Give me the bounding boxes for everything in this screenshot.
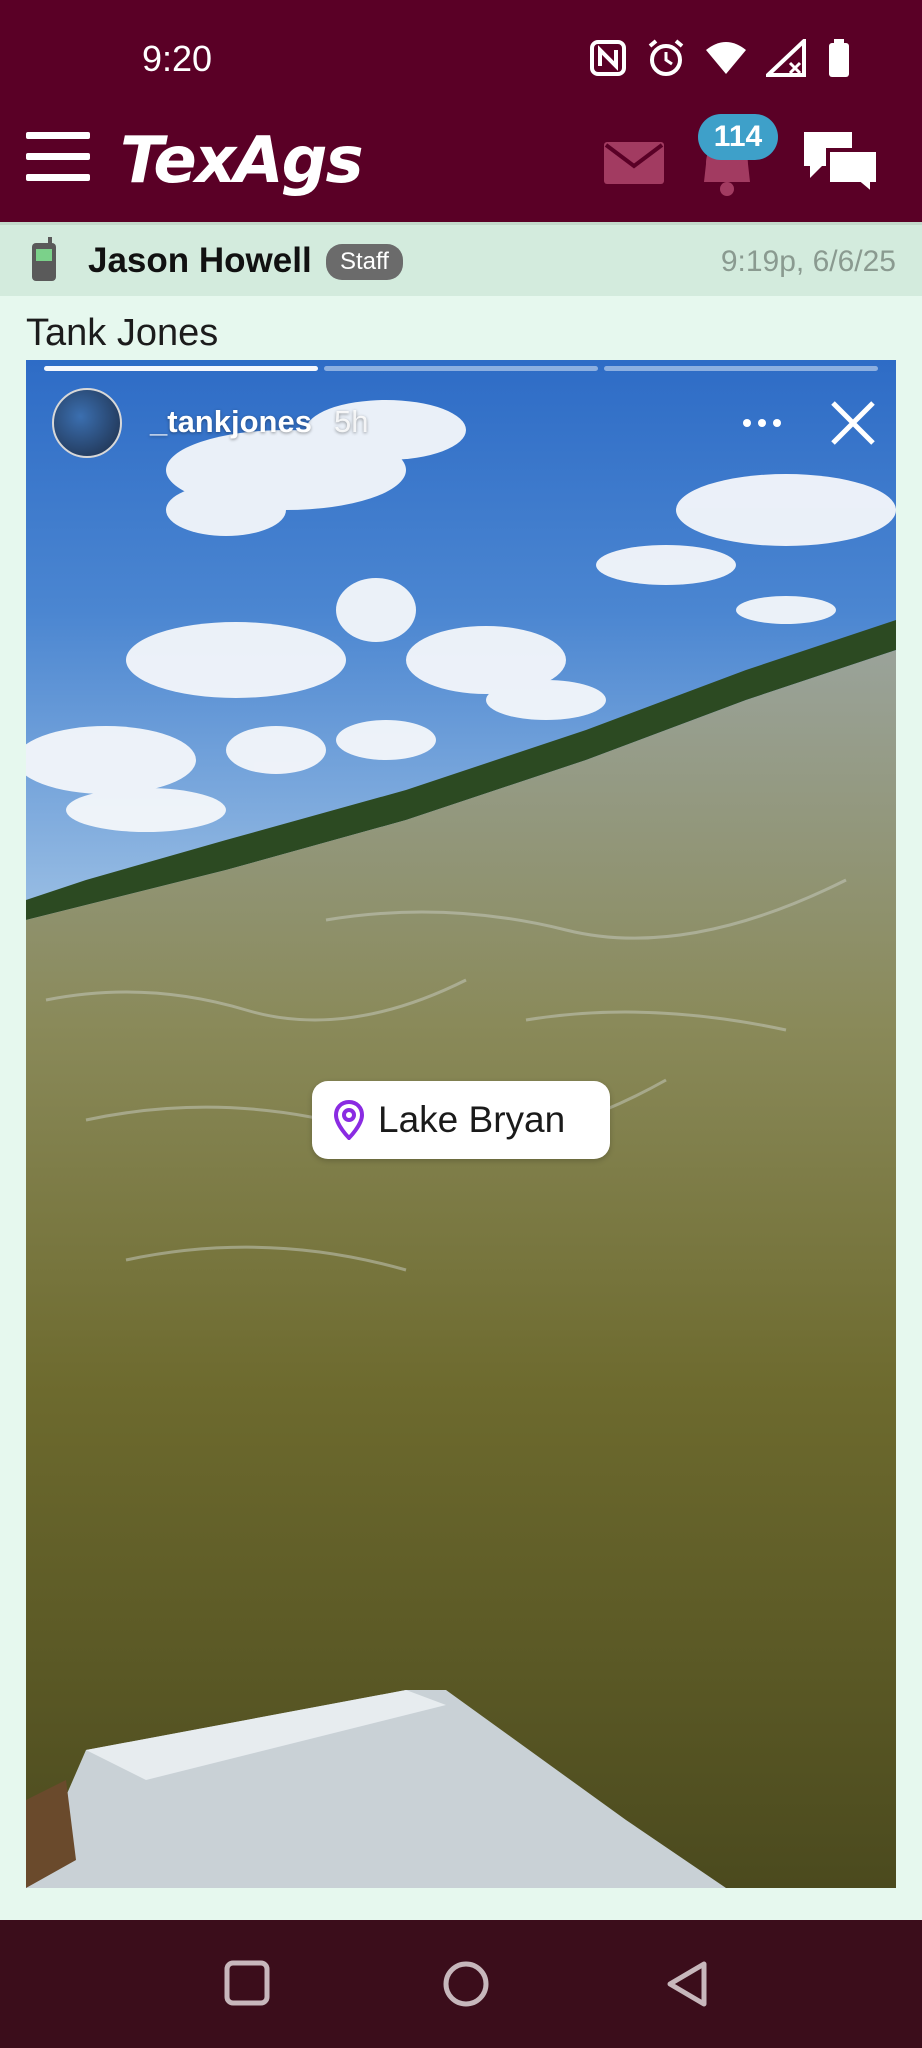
instagram-story-image[interactable]: _tankjones 5h Lake Bryan (26, 360, 896, 1888)
wifi-icon (706, 42, 746, 74)
circle-icon[interactable] (442, 1960, 490, 2008)
chat-icon[interactable] (798, 126, 884, 196)
signal-icon (766, 39, 806, 77)
post-title: Tank Jones (26, 312, 219, 354)
phone-icon (32, 237, 56, 281)
story-username[interactable]: _tankjones (150, 404, 312, 440)
location-sticker[interactable]: Lake Bryan (312, 1081, 610, 1159)
mail-icon[interactable] (602, 140, 666, 186)
texags-logo[interactable]: TexAgs (120, 124, 364, 198)
staff-badge: Staff (326, 244, 403, 280)
post-author-row: Jason Howell Staff 9:19p, 6/6/25 (0, 222, 922, 296)
more-icon[interactable] (742, 418, 782, 428)
nfc-icon (590, 40, 626, 76)
alarm-icon (648, 39, 684, 76)
status-time: 9:20 (142, 38, 213, 79)
notification-count-badge[interactable]: 114 (698, 114, 778, 160)
back-triangle-icon[interactable] (664, 1960, 710, 2008)
square-icon[interactable] (224, 1960, 270, 2006)
author-name[interactable]: Jason Howell (88, 241, 312, 281)
story-age: 5h (334, 404, 369, 439)
location-pin-icon (334, 1100, 364, 1140)
system-nav-bar (0, 1920, 922, 2048)
menu-icon[interactable] (26, 132, 90, 182)
story-progress-bar (44, 366, 878, 371)
close-icon[interactable] (830, 400, 876, 446)
battery-icon (829, 39, 849, 77)
post-timestamp: 9:19p, 6/6/25 (720, 245, 896, 278)
status-icons (588, 38, 852, 78)
location-label: Lake Bryan (378, 1099, 566, 1140)
avatar[interactable] (52, 388, 122, 458)
app-header: 9:20 TexAgs 114 (0, 0, 922, 222)
